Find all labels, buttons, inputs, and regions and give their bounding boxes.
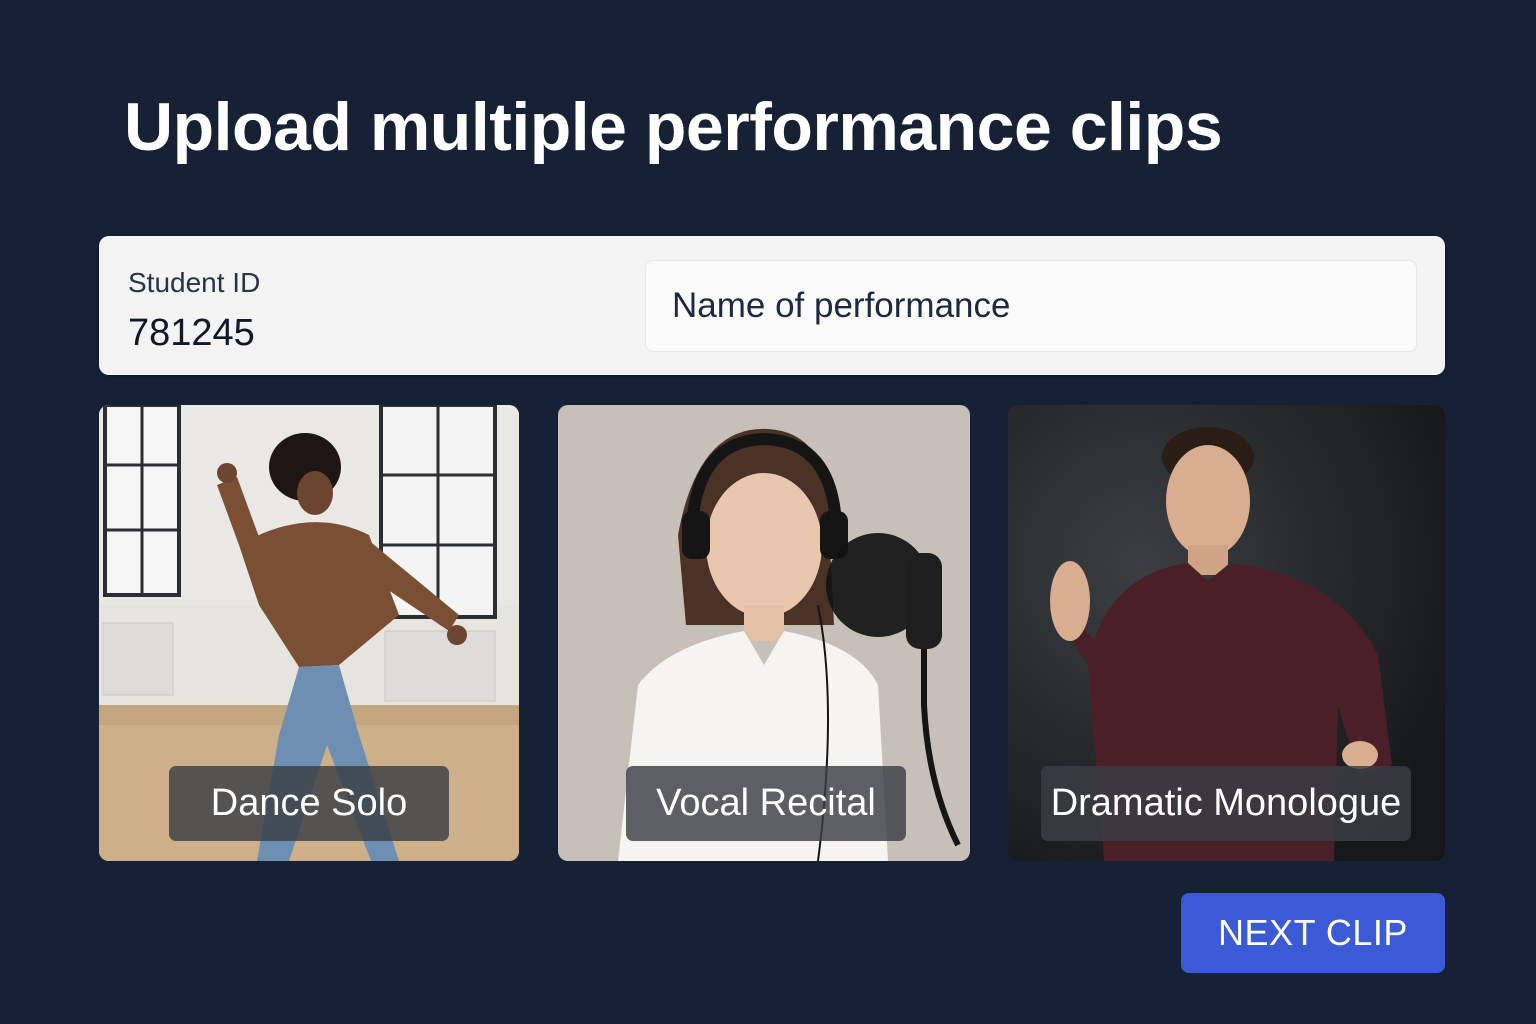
clip-label: Dramatic Monologue xyxy=(1041,766,1411,841)
clip-label: Dance Solo xyxy=(169,766,449,841)
clip-label: Vocal Recital xyxy=(626,766,906,841)
performance-name-input[interactable] xyxy=(645,260,1417,352)
clip-card-dance-solo[interactable]: Dance Solo xyxy=(99,405,519,861)
clip-card-dramatic-monologue[interactable]: Dramatic Monologue xyxy=(1008,405,1445,861)
student-info-card: Student ID 781245 xyxy=(99,236,1445,375)
page-title: Upload multiple performance clips xyxy=(124,89,1223,165)
student-id-label: Student ID xyxy=(128,267,261,298)
student-id-value: 781245 xyxy=(128,312,255,354)
next-clip-button[interactable]: NEXT CLIP xyxy=(1181,893,1445,973)
clip-card-vocal-recital[interactable]: Vocal Recital xyxy=(558,405,970,861)
